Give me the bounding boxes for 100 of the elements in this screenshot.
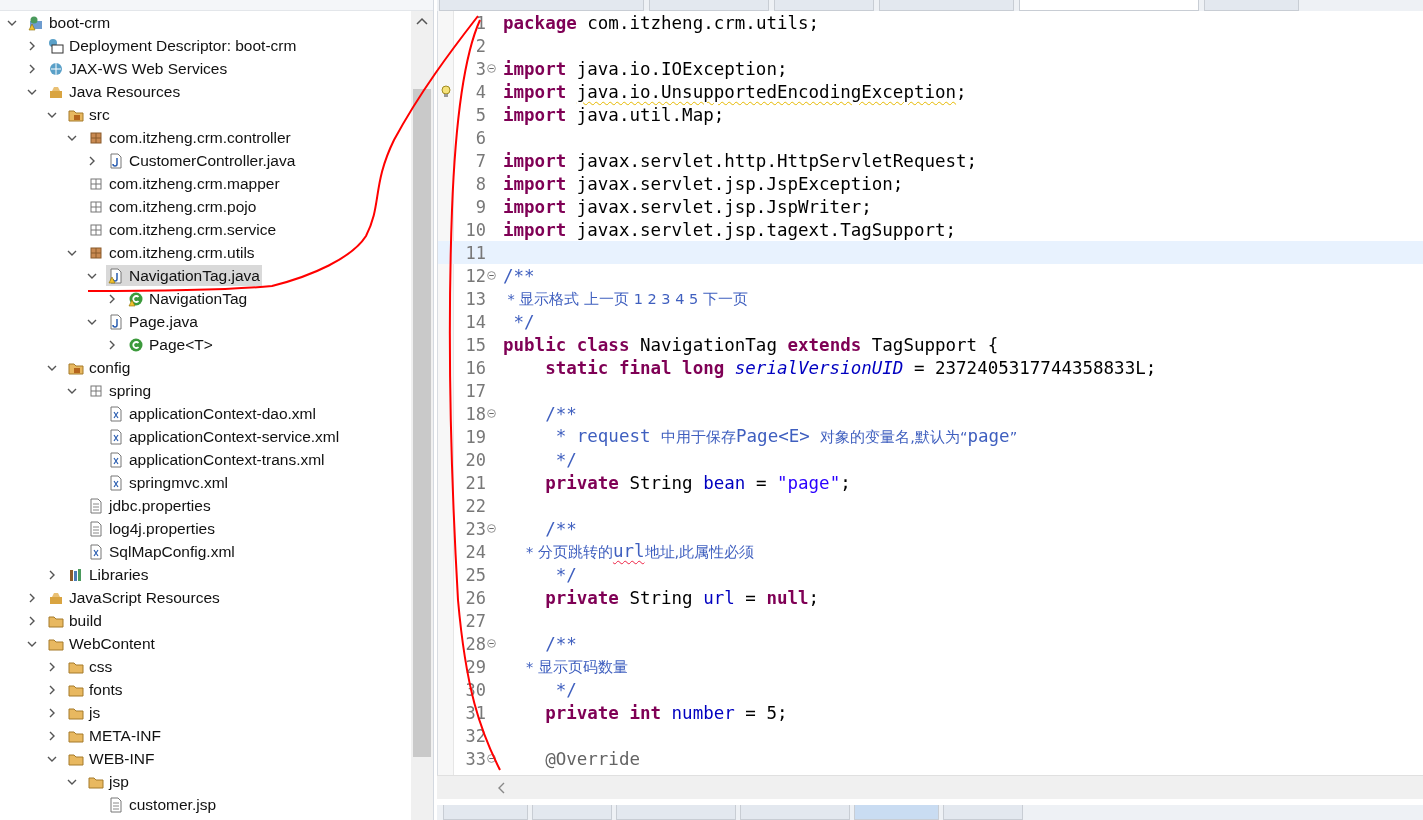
tree-item[interactable]: applicationContext-service.xml — [106, 426, 342, 447]
tree-item[interactable]: com.itzheng.crm.mapper — [86, 173, 282, 194]
code-editor[interactable] — [437, 11, 1423, 775]
horizontal-scrollbar[interactable] — [437, 775, 1423, 799]
tree-item[interactable]: css — [66, 656, 115, 677]
tree-item[interactable]: JavaScript Resources — [46, 587, 222, 608]
code-line: * 显示页码数量 — [525, 658, 628, 677]
code-line: import javax.servlet.jsp.tagext.TagSupport; — [503, 219, 957, 240]
line-number: 8 — [474, 173, 486, 194]
line-number: 14 — [464, 311, 486, 332]
tree-item[interactable]: Java Resources — [46, 81, 183, 102]
line-number: 9 — [474, 196, 486, 217]
tree-item[interactable]: com.itzheng.crm.service — [86, 219, 279, 240]
tree-item[interactable]: applicationContext-trans.xml — [106, 449, 327, 470]
line-number: 16 — [464, 357, 486, 378]
line-number: 10 — [464, 219, 486, 240]
library-icon — [68, 566, 84, 583]
line-number: 3 — [474, 58, 486, 79]
code-line: import javax.servlet.jsp.JspException; — [503, 173, 904, 194]
empty-package-icon — [88, 221, 104, 238]
code-line: import javax.servlet.http.HttpServletRequest; — [503, 150, 978, 171]
code-line: /** — [544, 403, 577, 424]
tree-item[interactable]: applicationContext-dao.xml — [106, 403, 318, 424]
line-number: 28 — [464, 633, 486, 654]
tree-item[interactable]: WebContent — [46, 633, 157, 654]
vertical-scrollbar[interactable] — [411, 11, 433, 820]
line-number: 2 — [474, 35, 486, 56]
code-line: private String bean = "page"; — [544, 472, 851, 493]
tree-item[interactable]: Page.java — [106, 311, 200, 332]
code-line: import java.util.Map; — [503, 104, 725, 125]
tree-item[interactable]: build — [46, 610, 104, 631]
tree-item[interactable]: META-INF — [66, 725, 164, 746]
descriptor-icon — [48, 37, 64, 54]
tree-item[interactable]: Deployment Descriptor: boot-crm — [46, 35, 299, 56]
fold-icon[interactable] — [486, 639, 496, 648]
code-line: private int number = 5; — [544, 702, 788, 723]
xml-file-icon — [108, 451, 124, 468]
code-line: import java.io.UnsupportedEncodingException; — [503, 81, 967, 102]
tree-item[interactable]: jdbc.properties — [86, 495, 213, 516]
tree-item[interactable]: WEB-INF — [66, 748, 157, 769]
tree-item[interactable]: JAX-WS Web Services — [46, 58, 230, 79]
line-number: 24 — [464, 541, 486, 562]
scroll-up-icon[interactable] — [416, 17, 428, 25]
tree-item[interactable]: com.itzheng.crm.pojo — [86, 196, 259, 217]
line-number: 1 — [474, 12, 486, 33]
empty-package-icon — [88, 382, 104, 399]
tree-item[interactable]: NavigationTag — [126, 288, 250, 309]
tree-item[interactable]: fonts — [66, 679, 125, 700]
line-number: 18 — [464, 403, 486, 424]
fold-icon[interactable] — [486, 64, 496, 73]
tree-item[interactable]: config — [66, 357, 133, 378]
tree-item[interactable]: com.itzheng.crm.controller — [86, 127, 293, 148]
line-number: 15 — [464, 334, 486, 355]
line-number: 22 — [464, 495, 486, 516]
tree-item[interactable]: boot-crm — [26, 12, 113, 33]
code-line: */ — [554, 564, 577, 585]
scrollbar-thumb[interactable] — [413, 89, 431, 757]
code-line: * 分页跳转的url地址,此属性必须 — [525, 541, 755, 562]
fold-icon[interactable] — [486, 409, 496, 418]
lightbulb-warning-icon[interactable] — [441, 84, 451, 99]
tree-item[interactable]: log4j.properties — [86, 518, 217, 539]
line-number: 26 — [464, 587, 486, 608]
code-line: */ — [554, 679, 577, 700]
text-file-icon — [88, 497, 104, 514]
line-number: 7 — [474, 150, 486, 171]
tree-item[interactable]: js — [66, 702, 103, 723]
tree-item[interactable]: spring — [86, 380, 154, 401]
line-number: 12 — [464, 265, 486, 286]
scroll-left-icon[interactable] — [497, 781, 505, 794]
code-line: import javax.servlet.jsp.JspWriter; — [503, 196, 872, 217]
tree-item[interactable]: Libraries — [66, 564, 151, 585]
line-number: 4 — [474, 81, 486, 102]
tree-item[interactable]: src — [66, 104, 112, 125]
tree-item[interactable]: NavigationTag.java — [106, 265, 262, 286]
tree-item[interactable]: Page<T> — [126, 334, 215, 355]
package-icon — [88, 129, 104, 146]
tree-item[interactable]: jsp — [86, 771, 131, 792]
line-number: 13 — [464, 288, 486, 309]
empty-package-icon — [88, 198, 104, 215]
code-line: private String url = null; — [544, 587, 820, 608]
code-line: package com.itzheng.crm.utils; — [503, 12, 820, 33]
code-line: * 显示格式 上一页 1 2 3 4 5 下一页 — [506, 290, 748, 309]
code-line: * request 中用于保存Page<E> 对象的变量名,默认为“page” — [554, 426, 1018, 447]
tree-item[interactable]: SqlMapConfig.xml — [86, 541, 237, 562]
tree-item[interactable]: com.itzheng.crm.utils — [86, 242, 257, 263]
code-line: import java.io.IOException; — [503, 58, 788, 79]
line-number: 19 — [464, 426, 486, 447]
code-line: @Override — [544, 748, 640, 769]
line-number: 27 — [464, 610, 486, 631]
fold-icon[interactable] — [486, 524, 496, 533]
fold-icon[interactable] — [486, 271, 496, 280]
tree-item[interactable]: CustomerController.java — [106, 150, 298, 171]
code-line: /** — [544, 633, 577, 654]
fold-icon[interactable] — [486, 754, 496, 763]
text-file-icon — [88, 520, 104, 537]
tree-item[interactable]: springmvc.xml — [106, 472, 231, 493]
java-file-icon — [108, 152, 124, 169]
tree-item[interactable]: customer.jsp — [106, 794, 218, 815]
empty-package-icon — [88, 175, 104, 192]
code-line: static final long serialVersionUID = 2372405317744358833L; — [544, 357, 1157, 378]
